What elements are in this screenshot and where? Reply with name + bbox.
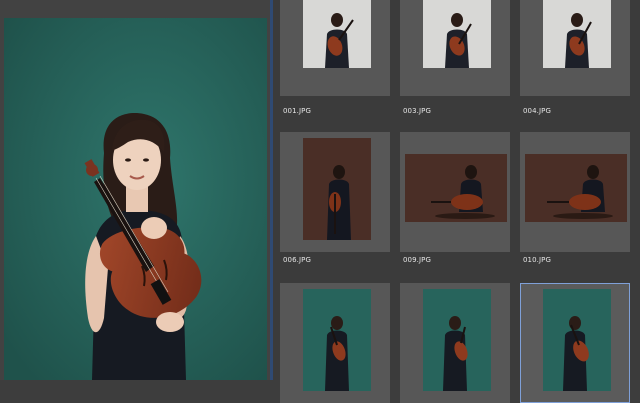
thumbnail-cell[interactable] xyxy=(280,283,390,403)
thumbnail-image xyxy=(525,154,627,222)
thumbnail-image xyxy=(423,0,491,68)
thumbnail-image xyxy=(303,289,371,391)
thumbnail-cell[interactable] xyxy=(280,0,390,96)
thumbnail-filename: 003.JPG xyxy=(403,107,431,115)
preview-pane xyxy=(0,0,270,380)
thumbnail-image xyxy=(303,0,371,68)
thumbnail-image xyxy=(423,289,491,391)
thumbnail-cell[interactable] xyxy=(400,283,510,403)
thumbnail-cell[interactable] xyxy=(400,132,510,252)
thumbnail-filename: 004.JPG xyxy=(523,107,551,115)
thumbnail-grid: 001.JPG 003.JPG 004.JPG 006.JPG 009.JPG … xyxy=(273,0,640,403)
thumbnail-filename: 006.JPG xyxy=(283,256,311,264)
preview-image[interactable] xyxy=(4,18,267,380)
thumbnail-image xyxy=(303,138,371,240)
thumbnail-cell[interactable] xyxy=(520,0,630,96)
thumbnail-image xyxy=(405,154,507,222)
thumbnail-cell[interactable] xyxy=(400,0,510,96)
thumbnail-image xyxy=(543,289,611,391)
thumbnail-filename: 009.JPG xyxy=(403,256,431,264)
thumbnail-image xyxy=(543,0,611,68)
thumbnail-filename: 010.JPG xyxy=(523,256,551,264)
thumbnail-cell[interactable] xyxy=(520,132,630,252)
thumbnail-filename: 001.JPG xyxy=(283,107,311,115)
thumbnail-cell-selected[interactable] xyxy=(520,283,630,403)
thumbnail-cell[interactable] xyxy=(280,132,390,252)
violinist-photo xyxy=(4,18,267,380)
